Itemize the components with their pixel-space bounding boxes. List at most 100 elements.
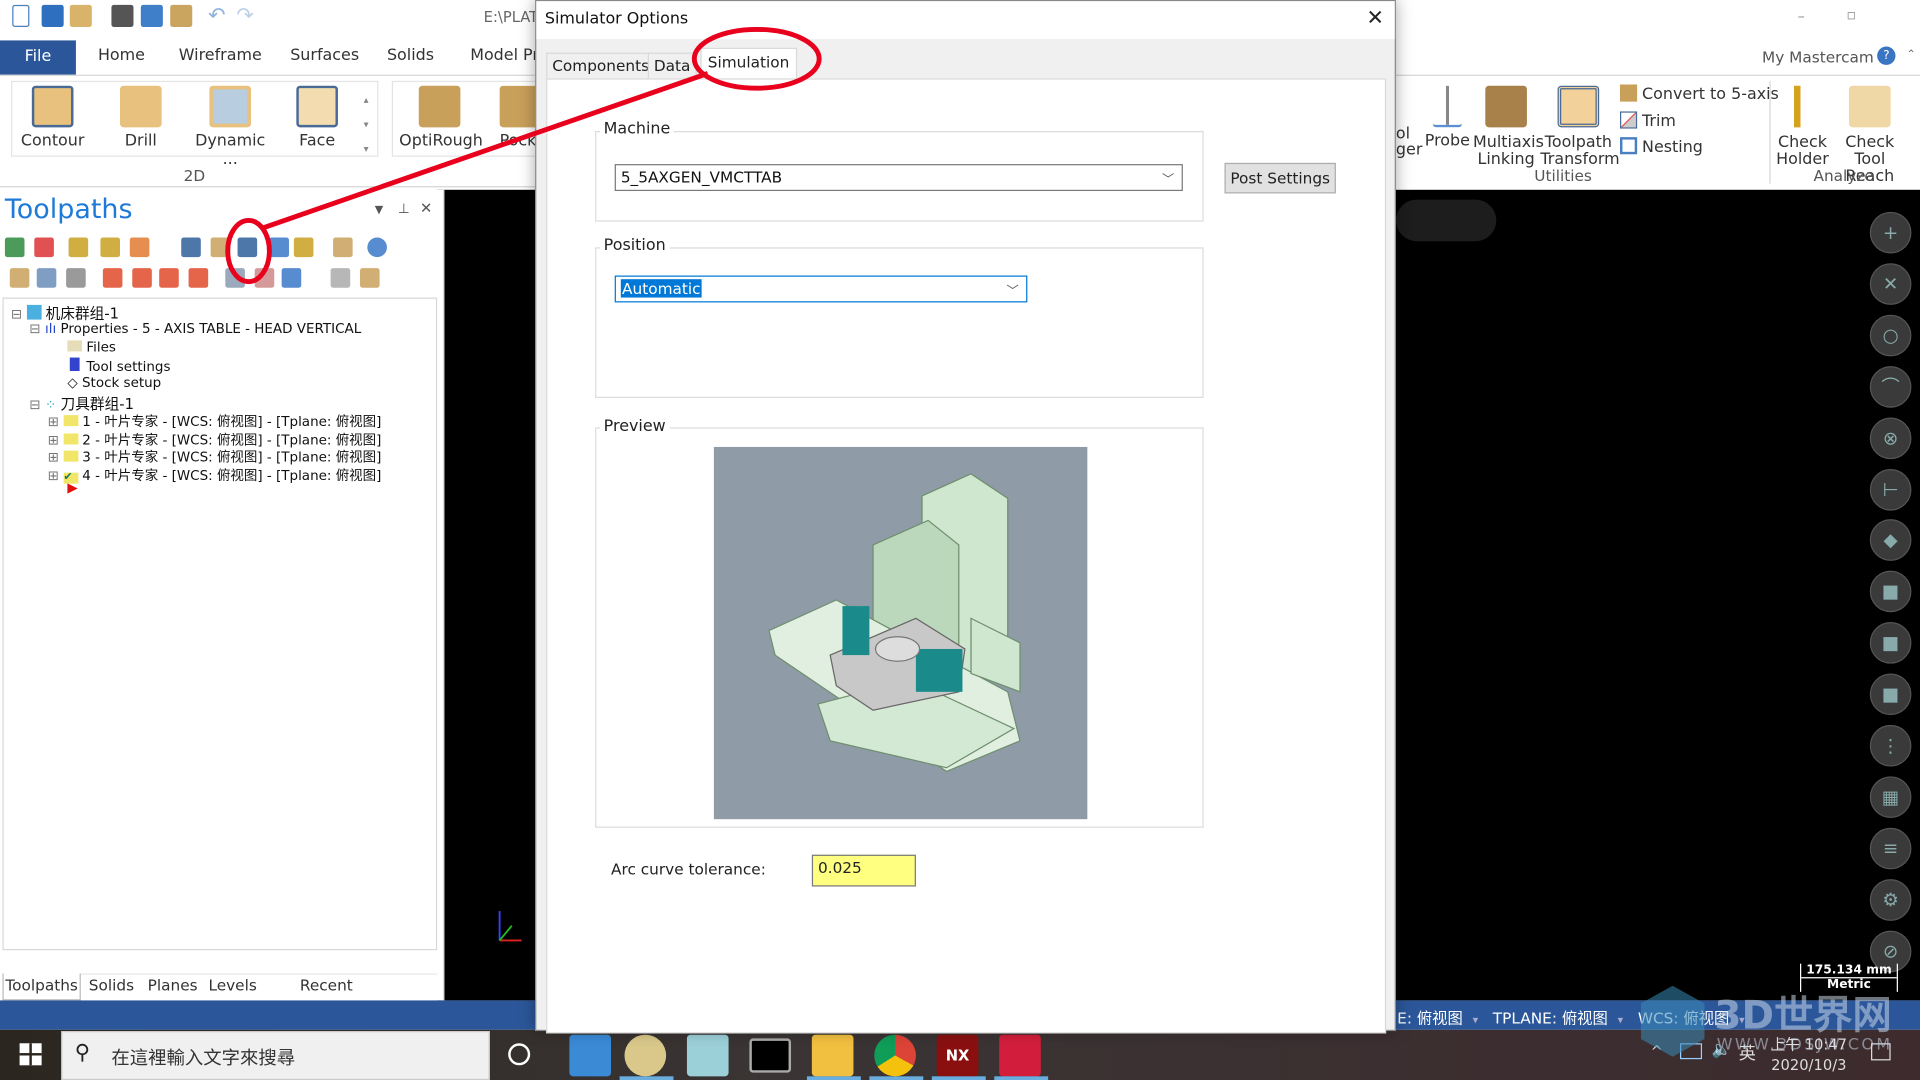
panel-tab-recent-functions[interactable]: Recent Functions <box>262 973 391 1019</box>
dimension-icon[interactable]: ⊢ <box>1869 468 1912 511</box>
highfeed-icon[interactable] <box>333 237 353 258</box>
convert-to-5-axis-button[interactable]: Convert to 5-axis <box>1620 82 1779 108</box>
minimize-button[interactable]: – <box>1798 7 1805 24</box>
panel-menu-icon[interactable]: ▼ <box>375 204 383 216</box>
collapse-ribbon-icon[interactable]: ⌃ <box>1907 49 1916 61</box>
status-item[interactable]: E: 俯视图 <box>1397 1009 1463 1027</box>
toolpath-tree[interactable]: ⊟ 机床群组-1 ⊟ ılı Properties - 5 - AXIS TAB… <box>2 297 438 951</box>
panel-tab-solids[interactable]: Solids <box>81 973 142 1000</box>
machine-select[interactable]: 5_5AXGEN_VMCTTAB ﹀ <box>614 164 1183 192</box>
nesting-button[interactable]: Nesting <box>1620 135 1779 161</box>
help-icon[interactable]: ? <box>1877 46 1896 65</box>
tree-operation[interactable]: ⊞ 1 - 叶片专家 - [WCS: 俯视图] - [Tplane: 俯视图] <box>48 411 382 431</box>
tab-wireframe[interactable]: Wireframe <box>179 47 262 65</box>
clock[interactable]: 上午 10:47 2020/10/3 <box>1771 1035 1847 1077</box>
windows-start-icon[interactable] <box>19 1043 42 1066</box>
help-icon[interactable] <box>367 237 387 258</box>
tab-solids[interactable]: Solids <box>387 47 434 65</box>
regen-selected-icon[interactable] <box>68 237 89 258</box>
contour-button[interactable]: Contour <box>17 85 88 151</box>
grid-icon[interactable]: ▦ <box>1869 776 1912 818</box>
move-down-icon[interactable] <box>102 268 123 288</box>
dropdown-icon[interactable]: ▾ <box>1473 1015 1479 1027</box>
open-icon[interactable] <box>69 4 92 27</box>
multiaxis-linking-button[interactable]: Multiaxis Linking <box>1473 85 1544 169</box>
ghost-icon[interactable] <box>66 268 86 288</box>
backplot-icon[interactable] <box>181 237 201 258</box>
toggle-display-icon[interactable] <box>129 237 150 258</box>
toolpath-transform-button[interactable]: Toolpath Transform <box>1540 85 1620 169</box>
panel-close-icon[interactable]: ✕ <box>420 200 432 217</box>
dropdown-icon[interactable]: ▾ <box>1618 1015 1624 1027</box>
simulator-icon[interactable] <box>237 237 258 258</box>
probe-button[interactable]: Probe <box>1424 85 1471 151</box>
insert-arrow-icon[interactable]: ▶ <box>67 480 77 496</box>
tool-manager-icon[interactable] <box>360 268 380 288</box>
print-icon[interactable] <box>111 4 134 27</box>
post-icon[interactable] <box>293 237 314 258</box>
post-settings-button[interactable]: Post Settings <box>1224 162 1336 194</box>
face-button[interactable]: Face <box>289 85 345 151</box>
position-select[interactable]: Automatic ﹀ <box>614 275 1028 303</box>
pin-icon[interactable]: ⊥ <box>398 201 410 217</box>
arc-tolerance-input[interactable]: 0.025 <box>811 854 916 887</box>
tab-home[interactable]: Home <box>98 47 145 65</box>
gcode-icon[interactable] <box>269 237 289 258</box>
tree-operation[interactable]: ⊞ 3 - 叶片专家 - [WCS: 俯视图] - [Tplane: 俯视图] <box>48 447 382 467</box>
tree-operation[interactable]: ⊞ 2 - 叶片专家 - [WCS: 俯视图] - [Tplane: 俯视图] <box>48 429 382 449</box>
gallery-scroll[interactable]: ▴ ▾ ▾ <box>364 88 369 161</box>
lock-icon[interactable] <box>9 268 30 288</box>
rotate-icon[interactable]: ○ <box>1869 314 1912 357</box>
deselect-icon[interactable] <box>34 237 54 258</box>
color-icon[interactable]: ■ <box>1869 673 1912 716</box>
tree-stock-setup[interactable]: ◇ Stock setup <box>67 375 161 391</box>
select-toolpath-icon[interactable] <box>225 268 245 288</box>
drill-button[interactable]: Drill <box>110 85 171 151</box>
save-as-icon[interactable] <box>140 4 163 27</box>
chrome-taskbar-icon[interactable] <box>874 1034 916 1077</box>
fit-icon[interactable]: ✕ <box>1869 263 1912 305</box>
tab-surfaces[interactable]: Surfaces <box>290 47 359 65</box>
save-icon[interactable] <box>41 4 64 27</box>
tree-operation[interactable]: ⊞ ✔ 4 - 叶片专家 - [WCS: 俯视图] - [Tplane: 俯视图… <box>48 465 382 485</box>
pocket-button[interactable]: Pock <box>499 85 537 151</box>
panel-tab-toolpaths[interactable]: Toolpaths <box>2 973 81 1001</box>
tab-data[interactable]: Data <box>647 52 697 79</box>
settings-icon[interactable]: ⚙ <box>1869 878 1912 921</box>
restore-button[interactable]: ▫ <box>1847 6 1857 23</box>
volume-icon[interactable]: 🔈 <box>1712 1041 1732 1059</box>
target-icon[interactable]: ⊗ <box>1869 417 1912 459</box>
tab-simulation[interactable]: Simulation <box>700 47 797 80</box>
cmd-taskbar-icon[interactable] <box>749 1038 792 1073</box>
move-up-icon[interactable] <box>132 268 152 288</box>
tab-components[interactable]: Components <box>546 52 656 79</box>
layer-icon[interactable]: ■ <box>1869 622 1912 664</box>
tree-tool-settings[interactable]: Tool settings <box>67 357 170 375</box>
undo-icon[interactable]: ↶ <box>208 4 225 28</box>
status-item[interactable]: WCS: 俯视图 <box>1638 1009 1729 1027</box>
tab-model-prep[interactable]: Model Pr <box>470 47 539 65</box>
nx-taskbar-icon[interactable]: NX <box>936 1034 979 1077</box>
dynamic-button[interactable]: Dynamic ... <box>186 85 274 169</box>
panel-tab-levels[interactable]: Levels <box>203 973 262 1000</box>
status-item[interactable]: TPLANE: 俯视图 <box>1493 1009 1608 1027</box>
panel-tab-planes[interactable]: Planes <box>142 973 203 1000</box>
regen-dirty-icon[interactable] <box>100 237 121 258</box>
zip-icon[interactable] <box>170 4 193 27</box>
verify-icon[interactable] <box>210 237 231 258</box>
tree-files[interactable]: Files <box>67 339 116 355</box>
calculator-taskbar-icon[interactable] <box>569 1034 612 1077</box>
list-icon[interactable]: ⋮ <box>1869 724 1912 767</box>
new-file-icon[interactable] <box>12 4 30 27</box>
stack-icon[interactable]: ≡ <box>1869 827 1912 870</box>
tab-file[interactable]: File <box>0 40 76 75</box>
dropdown-icon[interactable]: ▾ <box>1739 1015 1745 1027</box>
zoom-icon[interactable]: + <box>1869 211 1912 254</box>
notepad-taskbar-icon[interactable] <box>686 1034 729 1077</box>
cortana-icon[interactable] <box>508 1043 531 1066</box>
network-icon[interactable] <box>1680 1043 1703 1060</box>
mastercam-taskbar-icon[interactable] <box>999 1034 1041 1077</box>
ime-indicator[interactable]: 英 <box>1739 1041 1756 1065</box>
notifications-icon[interactable] <box>1871 1043 1891 1061</box>
check-holder-button[interactable]: Check Holder <box>1776 85 1830 169</box>
